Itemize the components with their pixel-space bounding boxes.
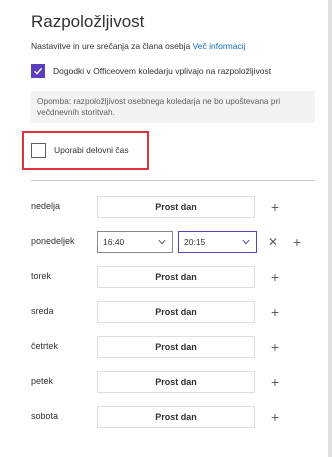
start-time-value: 16:40 (103, 237, 125, 247)
chevron-down-icon (158, 239, 166, 245)
plus-icon[interactable]: + (265, 266, 285, 288)
work-hours-label: Uporabi delovni čas (54, 145, 129, 155)
office-calendar-checkbox[interactable] (31, 64, 45, 78)
calendar-note: Opomba: razpoložljivost osebnega koledar… (31, 91, 315, 123)
plus-icon[interactable]: + (265, 196, 285, 218)
plus-icon[interactable]: + (265, 406, 285, 428)
work-hours-checkbox[interactable] (31, 142, 46, 158)
panel-subtitle: Nastavitve in ure srečanja za člana oseb… (31, 41, 246, 51)
checkmark-icon (34, 67, 43, 75)
day-label: sobota (31, 411, 59, 421)
start-time-select[interactable]: 16:40 (97, 231, 173, 253)
day-off-field[interactable]: Prost dan (97, 196, 255, 218)
day-off-field[interactable]: Prost dan (97, 336, 255, 358)
plus-icon[interactable]: + (265, 336, 285, 358)
work-hours-option[interactable]: Uporabi delovni čas (31, 142, 129, 158)
section-divider (31, 180, 315, 181)
availability-panel: Razpoložljivost Nastavitve in ure srečan… (0, 0, 332, 457)
panel-title: Razpoložljivost (31, 12, 145, 31)
day-label: nedelja (31, 201, 61, 211)
plus-icon[interactable]: + (265, 301, 285, 323)
subtitle-text: Nastavitve in ure srečanja za člana oseb… (31, 41, 191, 51)
day-row-cetrtek: četrtek Prost dan + (31, 336, 321, 358)
chevron-down-icon (242, 239, 250, 245)
end-time-value: 20:15 (184, 237, 206, 247)
close-icon[interactable]: ✕ (264, 231, 282, 253)
day-row-sobota: sobota Prost dan + (31, 406, 321, 428)
end-time-select[interactable]: 20:15 (178, 231, 257, 253)
day-row-nedelja: nedelja Prost dan + (31, 196, 321, 218)
day-label: petek (31, 376, 54, 386)
day-label: četrtek (31, 341, 59, 351)
plus-icon[interactable]: + (288, 231, 306, 253)
office-calendar-option[interactable]: Dogodki v Officeovem koledarju vplivajo … (31, 64, 271, 78)
day-row-petek: petek Prost dan + (31, 371, 321, 393)
office-calendar-label: Dogodki v Officeovem koledarju vplivajo … (53, 66, 272, 76)
day-label: torek (31, 271, 52, 281)
more-info-link[interactable]: Več informacij (193, 41, 246, 51)
plus-icon[interactable]: + (265, 371, 285, 393)
day-row-sreda: sreda Prost dan + (31, 301, 321, 323)
day-off-field[interactable]: Prost dan (97, 371, 255, 393)
day-off-field[interactable]: Prost dan (97, 301, 255, 323)
scrollbar-edge (328, 0, 332, 457)
day-label: ponedeljek (31, 236, 75, 246)
day-off-field[interactable]: Prost dan (97, 266, 255, 288)
day-row-ponedeljek: ponedeljek 16:40 20:15 ✕ + (31, 231, 321, 253)
day-label: sreda (31, 306, 54, 316)
day-off-field[interactable]: Prost dan (97, 406, 255, 428)
day-row-torek: torek Prost dan + (31, 266, 321, 288)
